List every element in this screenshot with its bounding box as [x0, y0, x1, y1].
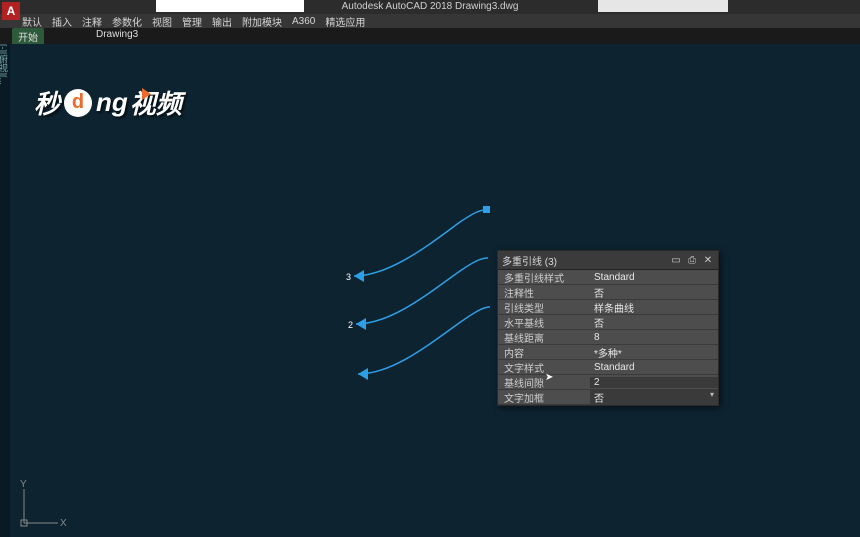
ucs-icon: X Y	[18, 479, 68, 529]
property-row[interactable]: 文字加框否	[498, 390, 718, 405]
property-key: 内容	[498, 345, 590, 360]
quick-access-field[interactable]	[156, 0, 304, 12]
tab-document[interactable]: Drawing3	[90, 28, 144, 41]
close-icon[interactable]: ✕	[702, 254, 714, 266]
property-key: 注释性	[498, 285, 590, 300]
property-key: 多重引线样式	[498, 270, 590, 285]
property-value[interactable]: 否	[590, 315, 718, 330]
ribbon-tabs: 默认 插入 注释 参数化 视图 管理 输出 附加模块 A360 精选应用	[0, 14, 860, 28]
panel-pim-icon[interactable]: ⎙	[686, 254, 698, 266]
property-key: 文字样式	[498, 360, 590, 375]
app-menu-icon[interactable]: A	[2, 2, 20, 20]
drawing-svg: 3 2	[10, 44, 860, 537]
app-title: Autodesk AutoCAD 2018 Drawing3.dwg	[342, 0, 519, 14]
ribbon-tab[interactable]: 精选应用	[325, 14, 365, 29]
ribbon-tab[interactable]: 默认	[22, 14, 42, 29]
property-row[interactable]: 文字样式Standard	[498, 360, 718, 375]
grip-handle[interactable]	[483, 206, 490, 213]
arrow-icon	[356, 318, 366, 330]
property-key: 水平基线	[498, 315, 590, 330]
property-row[interactable]: 多重引线样式Standard	[498, 270, 718, 285]
property-value[interactable]: *多种*	[590, 345, 718, 360]
drawing-canvas[interactable]: 秒 d ng 视频 3 2 X Y 多重引线 (3) ▭ ⎙	[10, 44, 860, 537]
leader-label: 3	[346, 272, 351, 282]
property-key: 基线间隙	[498, 375, 590, 390]
leader-curve[interactable]	[358, 307, 490, 374]
property-row[interactable]: 引线类型样条曲线	[498, 300, 718, 315]
property-value[interactable]: 8	[590, 332, 718, 343]
ribbon-tab[interactable]: 输出	[212, 14, 232, 29]
arrow-icon	[354, 270, 364, 282]
ribbon-tab[interactable]: 插入	[52, 14, 72, 29]
property-row[interactable]: 基线距离8	[498, 330, 718, 345]
axis-x-label: X	[60, 518, 67, 529]
property-value[interactable]: 否	[590, 285, 718, 300]
properties-panel[interactable]: 多重引线 (3) ▭ ⎙ ✕ 多重引线样式Standard注释性否引线类型样条曲…	[497, 250, 719, 406]
property-value[interactable]: Standard	[590, 362, 718, 373]
leader-label: 2	[348, 320, 353, 330]
document-tabs: 开始 Drawing3	[0, 28, 860, 44]
property-row[interactable]: 水平基线否	[498, 315, 718, 330]
property-value[interactable]: 样条曲线	[590, 300, 718, 315]
title-bar: Autodesk AutoCAD 2018 Drawing3.dwg	[0, 0, 860, 14]
ribbon-tab[interactable]: 视图	[152, 14, 172, 29]
property-row[interactable]: 注释性否	[498, 285, 718, 300]
property-row[interactable]: 内容*多种*	[498, 345, 718, 360]
axis-y-label: Y	[20, 479, 27, 490]
arrow-icon	[358, 368, 368, 380]
property-value[interactable]: 2	[590, 377, 718, 388]
cursor-icon: ➤	[545, 372, 553, 383]
property-key: 文字加框	[498, 390, 590, 405]
panel-select-icon[interactable]: ▭	[670, 254, 682, 266]
tab-start[interactable]: 开始	[12, 28, 44, 45]
panel-header[interactable]: 多重引线 (3) ▭ ⎙ ✕	[498, 251, 718, 270]
property-value[interactable]: Standard	[590, 272, 718, 283]
property-key: 引线类型	[498, 300, 590, 315]
viewport-label[interactable]: [-][俯视][...	[0, 44, 10, 537]
ribbon-tab[interactable]: 参数化	[112, 14, 142, 29]
leader-curve[interactable]	[356, 258, 488, 324]
panel-title: 多重引线 (3)	[502, 253, 557, 268]
ribbon-tab[interactable]: 注释	[82, 14, 102, 29]
property-row[interactable]: 基线间隙2	[498, 375, 718, 390]
property-value[interactable]: 否	[590, 390, 718, 405]
ribbon-tab[interactable]: A360	[292, 16, 315, 27]
property-key: 基线距离	[498, 330, 590, 345]
search-field[interactable]	[598, 0, 728, 12]
ribbon-tab[interactable]: 附加模块	[242, 14, 282, 29]
ribbon-tab[interactable]: 管理	[182, 14, 202, 29]
